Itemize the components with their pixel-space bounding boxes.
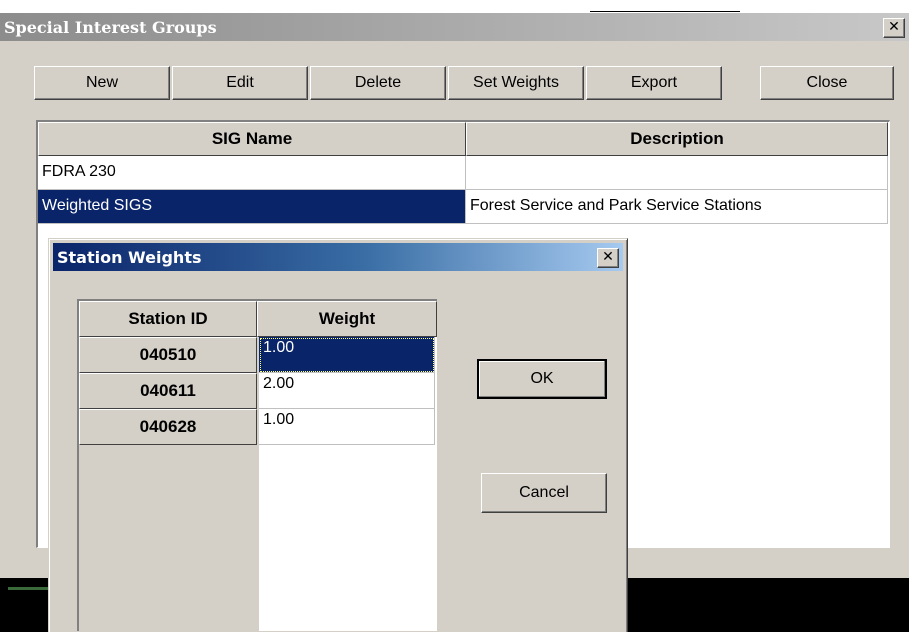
- station-weights-title: Station Weights: [57, 248, 202, 267]
- cancel-button[interactable]: Cancel: [481, 473, 607, 513]
- ok-button[interactable]: OK: [477, 359, 607, 399]
- weight-cell[interactable]: 2.00: [259, 373, 435, 409]
- export-button[interactable]: Export: [586, 66, 722, 100]
- station-weights-grid[interactable]: Station ID Weight 040510 1.00 040611 2.0…: [77, 299, 437, 631]
- new-button[interactable]: New: [34, 66, 170, 100]
- main-titlebar: Special Interest Groups ✕: [0, 13, 909, 41]
- main-window-title: Special Interest Groups: [4, 18, 217, 37]
- sig-name-column-header[interactable]: SIG Name: [38, 122, 466, 156]
- set-weights-button[interactable]: Set Weights: [448, 66, 584, 100]
- station-id-cell[interactable]: 040510: [79, 337, 257, 373]
- close-button[interactable]: Close: [760, 66, 894, 100]
- delete-button[interactable]: Delete: [310, 66, 446, 100]
- weight-column-header[interactable]: Weight: [257, 301, 437, 337]
- weight-cell[interactable]: 1.00: [259, 409, 435, 445]
- station-id-cell[interactable]: 040628: [79, 409, 257, 445]
- description-cell[interactable]: Forest Service and Park Service Stations: [466, 190, 888, 224]
- sig-name-cell-selected[interactable]: Weighted SIGS: [38, 190, 466, 224]
- weight-cell-selected[interactable]: 1.00: [259, 337, 435, 373]
- sig-name-cell[interactable]: FDRA 230: [38, 156, 466, 190]
- background-green-accent: [8, 587, 48, 590]
- close-icon[interactable]: ✕: [597, 248, 619, 268]
- station-id-column-header[interactable]: Station ID: [79, 301, 257, 337]
- description-cell[interactable]: [466, 156, 888, 190]
- station-id-cell[interactable]: 040611: [79, 373, 257, 409]
- station-weights-titlebar: Station Weights ✕: [53, 243, 623, 271]
- description-column-header[interactable]: Description: [466, 122, 888, 156]
- close-icon[interactable]: ✕: [883, 18, 905, 38]
- station-weights-dialog: Station Weights ✕ Station ID Weight 0405…: [48, 238, 628, 632]
- edit-button[interactable]: Edit: [172, 66, 308, 100]
